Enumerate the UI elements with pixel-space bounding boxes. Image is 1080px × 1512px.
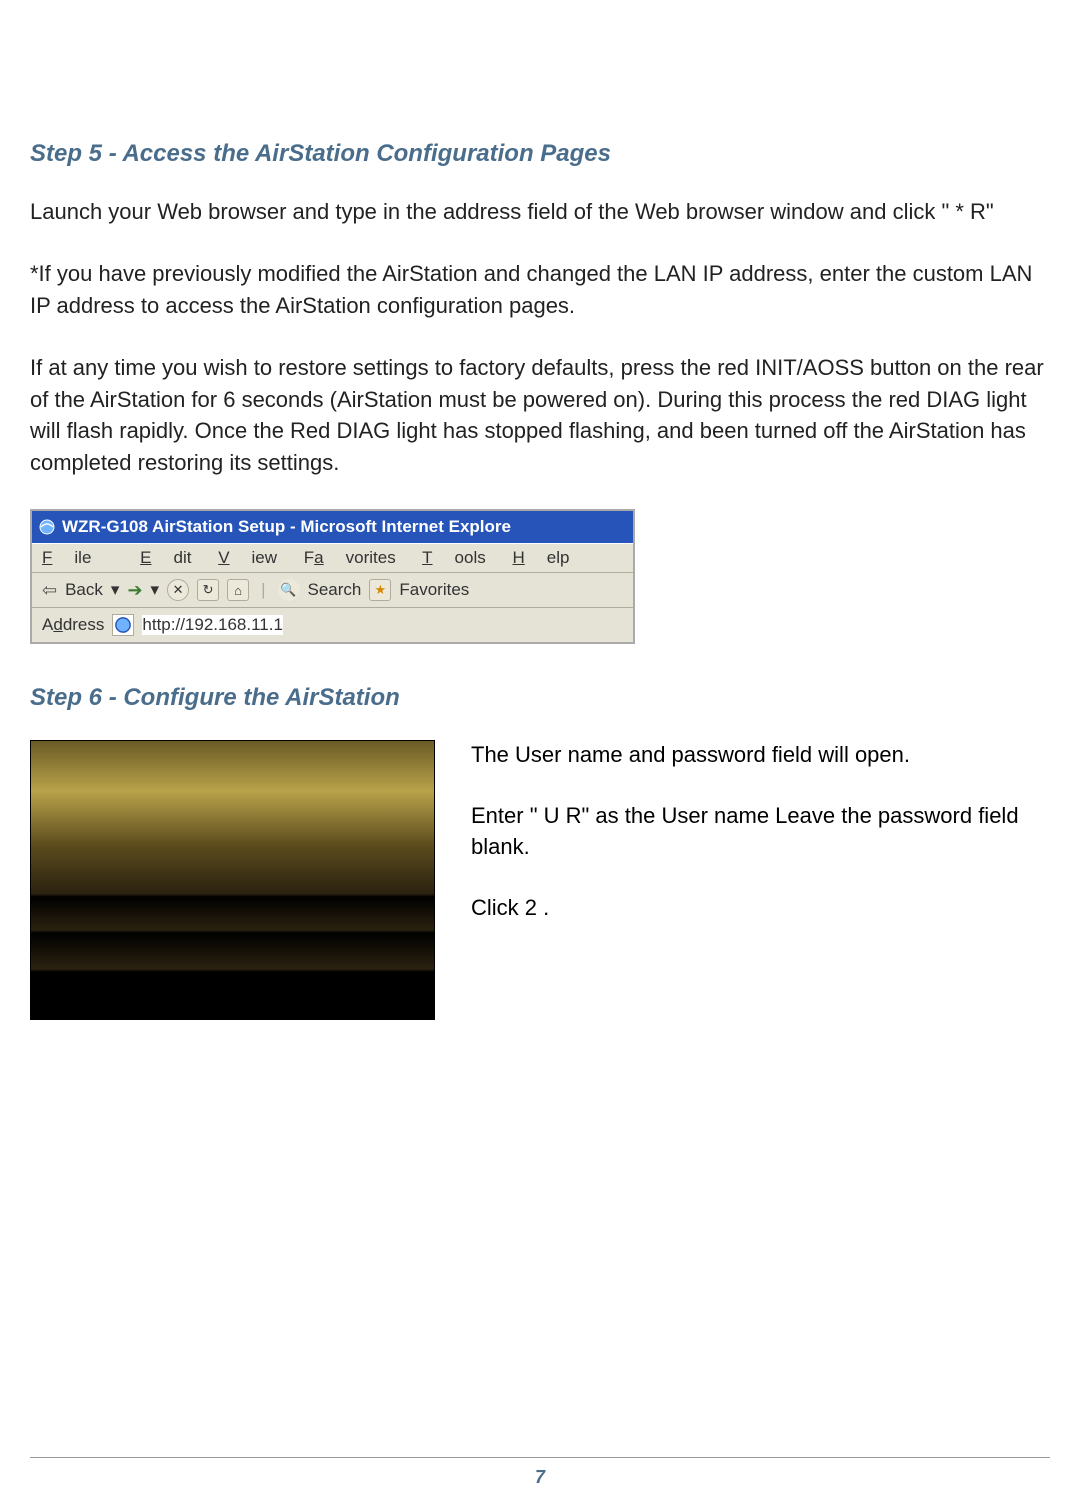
back-button-label[interactable]: Back: [65, 580, 103, 600]
ie-address-bar: Address http://192.168.11.1: [32, 608, 633, 642]
step6-heading: Step 6 - Configure the AirStation: [30, 684, 1050, 712]
ie-window-title: WZR-G108 AirStation Setup - Microsoft In…: [62, 517, 511, 537]
ie-logo-icon: [38, 518, 56, 536]
toolbar-separator: |: [261, 580, 265, 600]
footer-rule: [30, 1457, 1050, 1458]
back-dropdown-icon[interactable]: ▾: [111, 580, 120, 600]
menu-favorites[interactable]: Favorites: [304, 548, 396, 567]
menu-view[interactable]: View: [218, 548, 277, 567]
step6-paragraph-3: Click 2 .: [471, 893, 1050, 924]
menu-file[interactable]: File: [42, 548, 113, 567]
ie-titlebar: WZR-G108 AirStation Setup - Microsoft In…: [32, 511, 633, 543]
search-icon[interactable]: 🔍: [278, 579, 300, 601]
ie-page-icon: [112, 614, 134, 636]
address-url[interactable]: http://192.168.11.1: [142, 615, 283, 635]
menu-edit[interactable]: Edit: [140, 548, 191, 567]
step5-paragraph-3: If at any time you wish to restore setti…: [30, 352, 1050, 480]
step5-heading: Step 5 - Access the AirStation Configura…: [30, 140, 1050, 168]
step5-paragraph-2: *If you have previously modified the Air…: [30, 258, 1050, 322]
favorites-button-label[interactable]: Favorites: [399, 580, 469, 600]
document-page: Step 5 - Access the AirStation Configura…: [0, 0, 1080, 1512]
step6-paragraph-2: Enter " U R" as the User name Leave the …: [471, 801, 1050, 863]
step6-paragraph-1: The User name and password field will op…: [471, 740, 1050, 771]
search-button-label[interactable]: Search: [308, 580, 362, 600]
back-arrow-icon[interactable]: ⇦: [42, 580, 57, 601]
step6-row: The User name and password field will op…: [30, 740, 1050, 1020]
forward-arrow-icon[interactable]: ➔: [127, 580, 142, 601]
refresh-icon[interactable]: ↻: [197, 579, 219, 601]
step6-text-column: The User name and password field will op…: [471, 740, 1050, 953]
ie-screenshot: WZR-G108 AirStation Setup - Microsoft In…: [30, 509, 635, 644]
ie-toolbar: ⇦ Back ▾ ➔ ▾ ✕ ↻ ⌂ | 🔍 Search ★ Favorite…: [32, 573, 633, 608]
page-number: 7: [0, 1467, 1080, 1488]
forward-dropdown-icon[interactable]: ▾: [151, 580, 160, 600]
favorites-icon[interactable]: ★: [369, 579, 391, 601]
stop-icon[interactable]: ✕: [167, 579, 189, 601]
home-icon[interactable]: ⌂: [227, 579, 249, 601]
ie-menubar: File Edit View Favorites Tools Help: [32, 543, 633, 573]
login-dialog-screenshot: [30, 740, 435, 1020]
menu-help[interactable]: Help: [512, 548, 569, 567]
menu-tools[interactable]: Tools: [422, 548, 486, 567]
step5-paragraph-1: Launch your Web browser and type in the …: [30, 196, 1050, 228]
address-label: Address: [42, 615, 104, 635]
